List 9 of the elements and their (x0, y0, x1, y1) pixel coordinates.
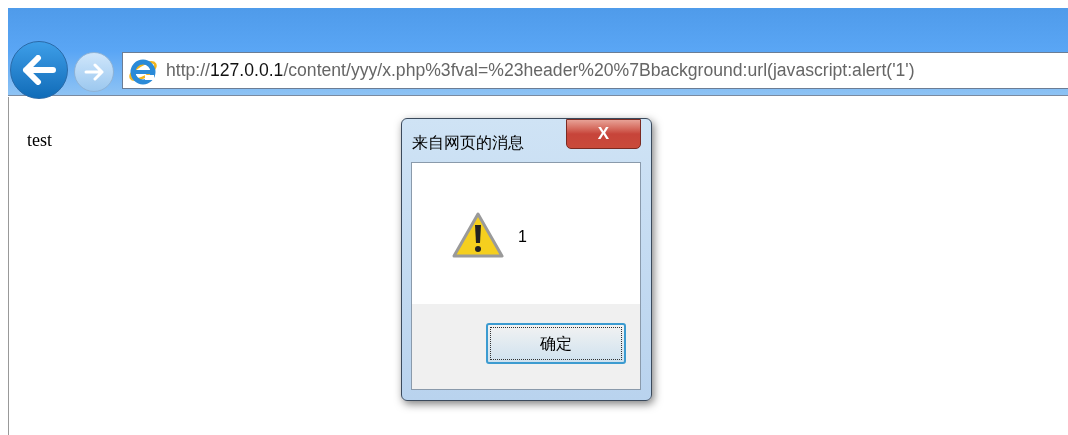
page-text: test (27, 129, 52, 152)
address-field[interactable]: http://127.0.0.1/content/yyy/x.php%3fval=%23header%20%7Bbackground:url(javascript:alert('1') (122, 52, 1068, 89)
back-arrow-icon (22, 55, 56, 85)
forward-arrow-icon (83, 63, 105, 81)
ok-button[interactable]: 确定 (486, 323, 626, 364)
message-text: 1 (518, 227, 527, 247)
close-button[interactable]: X (566, 119, 641, 149)
dialog-title: 来自网页的消息 (412, 133, 524, 153)
warning-icon (452, 211, 504, 259)
